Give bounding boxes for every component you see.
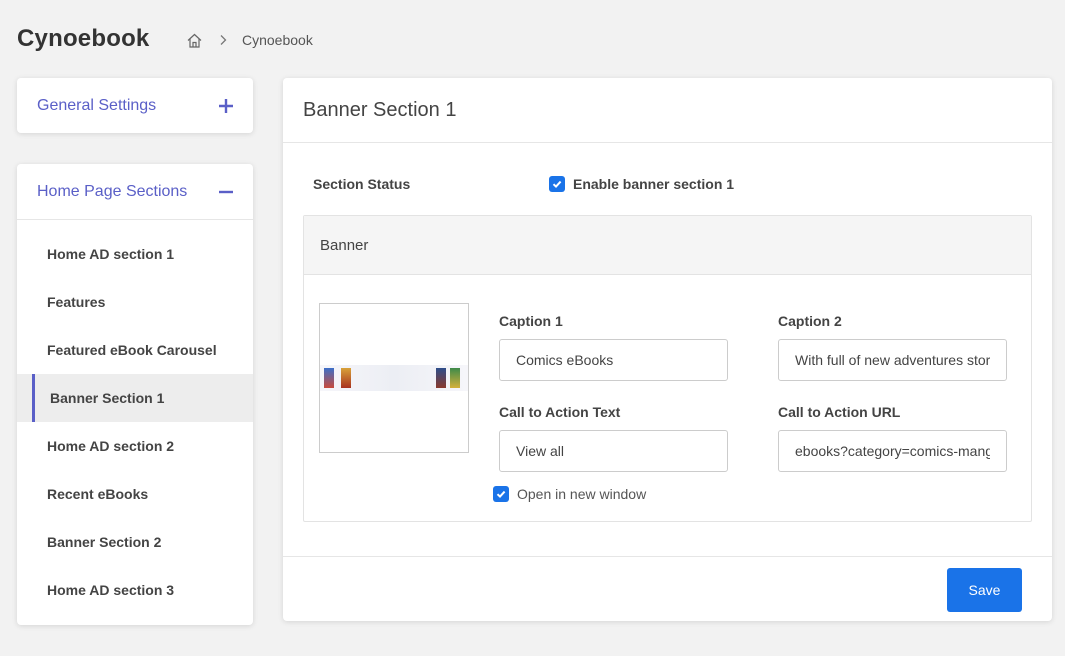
page-title: Banner Section 1 (303, 98, 457, 121)
caption-1-label: Caption 1 (499, 313, 563, 329)
cta-url-label: Call to Action URL (778, 404, 901, 420)
enable-banner-label[interactable]: Enable banner section 1 (573, 176, 734, 192)
open-new-window-label[interactable]: Open in new window (517, 486, 646, 502)
enable-banner-checkbox[interactable] (549, 176, 565, 192)
panel-header: Banner Section 1 (283, 78, 1052, 143)
cta-text-input[interactable] (499, 430, 728, 472)
comic-cover-image (450, 368, 460, 388)
caption-2-input[interactable] (778, 339, 1007, 381)
general-settings-title: General Settings (37, 96, 157, 114)
comic-cover-image (436, 368, 446, 388)
minus-icon[interactable] (218, 184, 234, 200)
banner-section-panel: Banner Section 1 Section Status Enable b… (283, 78, 1052, 621)
save-button[interactable]: Save (947, 568, 1022, 612)
cta-url-input[interactable] (778, 430, 1007, 472)
enable-banner-control[interactable]: Enable banner section 1 (549, 176, 734, 192)
sidebar-item-banner-section-2[interactable]: Banner Section 2 (17, 518, 253, 566)
sidebar-item-recent-ebooks[interactable]: Recent eBooks (17, 470, 253, 518)
sidebar-item-banner-section-1[interactable]: Banner Section 1 (17, 374, 253, 422)
open-new-window-checkbox[interactable] (493, 486, 509, 502)
home-icon[interactable] (186, 32, 203, 49)
sidebar-item-featured-ebook-carousel[interactable]: Featured eBook Carousel (17, 326, 253, 374)
home-page-sections-title: Home Page Sections (37, 182, 188, 200)
home-page-sections-panel: Home Page Sections Home AD section 1 Fea… (17, 164, 253, 625)
chevron-right-icon (218, 34, 228, 46)
cta-text-label: Call to Action Text (499, 404, 621, 420)
plus-icon[interactable] (218, 98, 234, 114)
panel-footer: Save (283, 556, 1052, 621)
sidebar-item-home-ad-section-1[interactable]: Home AD section 1 (17, 230, 253, 278)
home-sections-menu: Home AD section 1 Features Featured eBoo… (17, 220, 253, 614)
home-page-sections-header[interactable]: Home Page Sections (17, 164, 253, 220)
comic-cover-image (341, 368, 351, 388)
breadcrumb-current[interactable]: Cynoebook (242, 32, 313, 48)
general-settings-panel: General Settings (17, 78, 253, 133)
open-new-window-control[interactable]: Open in new window (493, 486, 646, 502)
general-settings-header[interactable]: General Settings (17, 78, 253, 133)
banner-image-preview[interactable] (319, 303, 469, 453)
comic-cover-image (324, 368, 334, 388)
breadcrumb: Cynoebook (186, 31, 313, 49)
section-status-row: Section Status Enable banner section 1 (313, 176, 1013, 194)
section-status-label: Section Status (313, 176, 411, 192)
sidebar-item-home-ad-section-3[interactable]: Home AD section 3 (17, 566, 253, 614)
banner-panel-header: Banner (304, 216, 1031, 275)
caption-2-label: Caption 2 (778, 313, 842, 329)
sidebar-item-features[interactable]: Features (17, 278, 253, 326)
sidebar-item-home-ad-section-2[interactable]: Home AD section 2 (17, 422, 253, 470)
caption-1-input[interactable] (499, 339, 728, 381)
app-title: Cynoebook (17, 25, 150, 52)
banner-panel: Banner Caption 1 Caption 2 Call to Actio… (303, 215, 1032, 522)
